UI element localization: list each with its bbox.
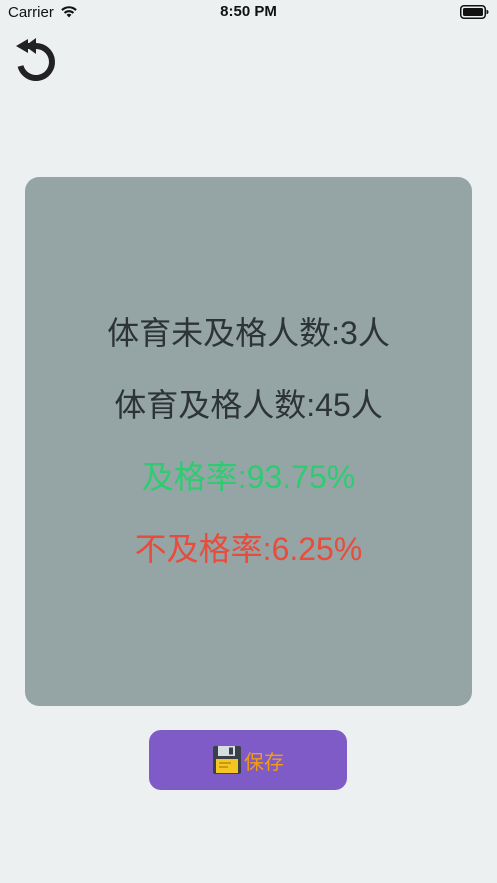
pe-passed-count: 体育及格人数:45人 bbox=[114, 387, 383, 423]
floppy-disk-icon bbox=[213, 746, 241, 774]
save-label: 保存 bbox=[244, 751, 284, 774]
battery-icon bbox=[460, 5, 489, 19]
status-bar: Carrier 8:50 PM bbox=[0, 0, 497, 26]
save-button[interactable]: 保存 bbox=[149, 730, 347, 790]
undo-arrow-icon bbox=[16, 38, 55, 81]
back-button[interactable] bbox=[12, 38, 60, 84]
clock-time: 8:50 PM bbox=[220, 3, 277, 20]
pass-rate: 及格率:93.75% bbox=[141, 459, 356, 495]
fail-rate: 不及格率:6.25% bbox=[134, 531, 363, 567]
pe-failed-count: 体育未及格人数:3人 bbox=[107, 315, 390, 351]
statistics-card: 体育未及格人数:3人 体育及格人数:45人 及格率:93.75% 不及格率:6.… bbox=[25, 177, 472, 706]
